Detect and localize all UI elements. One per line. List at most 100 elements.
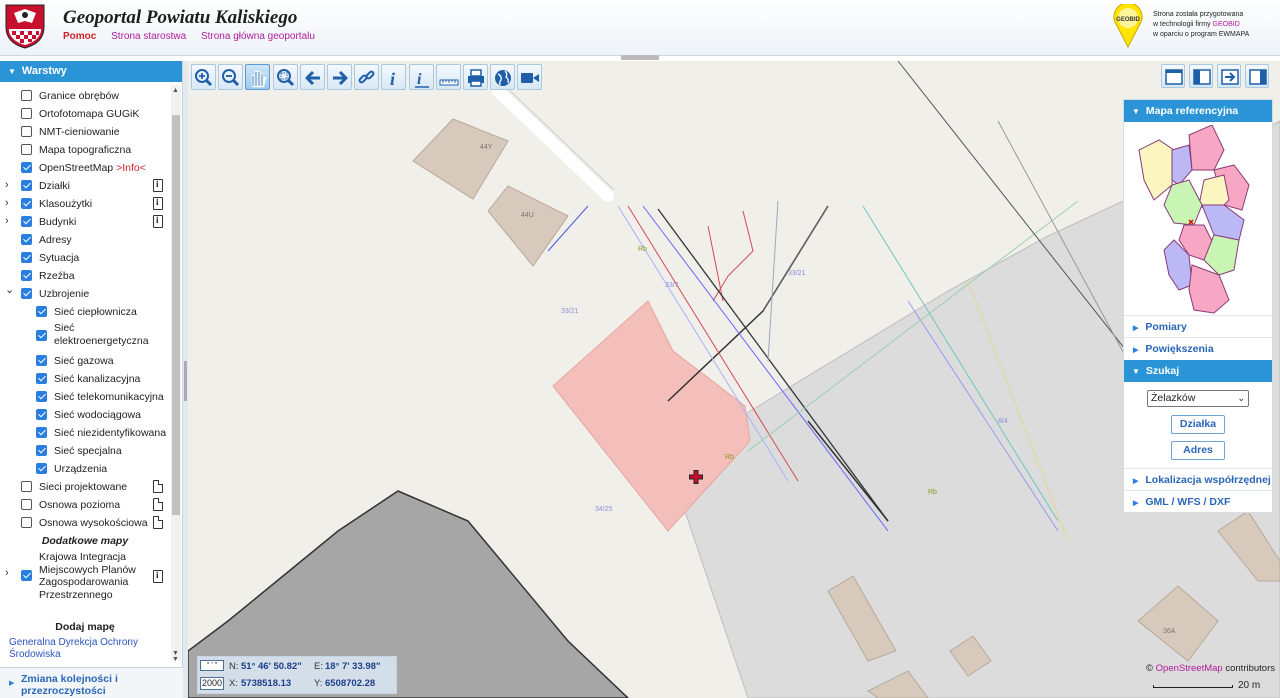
map-canvas[interactable]: 44Y 44U 36A 33/21 33/21 33/7 34/25 8/4 R…: [188, 61, 1280, 698]
info-icon[interactable]: [153, 179, 163, 192]
layer-checkbox[interactable]: [21, 216, 32, 227]
layer-checkbox[interactable]: [36, 409, 47, 420]
layer-checkbox[interactable]: [36, 427, 47, 438]
gdos-map-link[interactable]: Generalna Dyrekcja Ochrony Środowiska: [9, 637, 159, 661]
link-button[interactable]: [354, 64, 380, 90]
layer-checkbox[interactable]: [21, 234, 32, 245]
section-coordinate-location[interactable]: ▶ Lokalizacja współrzędnej: [1124, 468, 1272, 490]
layer-checkbox[interactable]: [21, 198, 32, 209]
caret-right-icon: ▶: [1133, 347, 1139, 354]
layers-panel-header[interactable]: ▼ Warstwy: [0, 61, 182, 82]
x-value: 5738518.13: [241, 678, 292, 689]
info-list-button[interactable]: i: [408, 64, 434, 90]
chevron-right-icon[interactable]: ›: [5, 567, 9, 579]
pan-hand-button[interactable]: [245, 64, 271, 90]
nav-main-geoportal-link[interactable]: Strona główna geoportalu: [201, 31, 315, 42]
layer-checkbox[interactable]: [21, 517, 32, 528]
info-icon[interactable]: [153, 215, 163, 228]
chevron-down-icon[interactable]: ⌄: [5, 283, 14, 296]
search-header[interactable]: ▼ Szukaj: [1124, 360, 1272, 382]
pan-hand-icon: [252, 70, 267, 88]
layer-checkbox[interactable]: [21, 90, 32, 101]
layer-checkbox[interactable]: [21, 288, 32, 299]
ref-map-header[interactable]: ▼ Mapa referencyjna: [1124, 100, 1272, 122]
section-pomiary[interactable]: ▶ Pomiary: [1124, 315, 1272, 337]
coord-format-button[interactable]: ° ' ": [200, 660, 224, 671]
info-icon[interactable]: [153, 570, 163, 583]
layer-label: Osnowa wysokościowa: [39, 517, 148, 529]
layer-checkbox[interactable]: [21, 144, 32, 155]
layer-checkbox[interactable]: [21, 162, 32, 173]
zoom-out-button[interactable]: [218, 64, 244, 90]
layer-checkbox[interactable]: [36, 463, 47, 474]
layer-item: Sytuacja: [0, 249, 170, 267]
layer-checkbox[interactable]: [21, 481, 32, 492]
section-powiekszenia[interactable]: ▶ Powiększenia: [1124, 337, 1272, 359]
credit-line-3: w oparciu o program EWMAPA: [1153, 31, 1250, 38]
export-button[interactable]: [1217, 64, 1241, 88]
coords-collapse-icon[interactable]: ▼: [172, 656, 179, 663]
layer-checkbox[interactable]: [36, 445, 47, 456]
layer-checkbox[interactable]: [21, 270, 32, 281]
reference-map[interactable]: [1134, 125, 1262, 315]
coord-system-button[interactable]: 2000: [200, 677, 224, 690]
search-address-button[interactable]: Adres: [1171, 441, 1225, 460]
section-label: GML / WFS / DXF: [1145, 496, 1231, 508]
layer-label: Mapa topograficzna: [39, 144, 132, 156]
layer-checkbox[interactable]: [36, 330, 47, 341]
osm-info-link[interactable]: >Info<: [116, 162, 146, 174]
layer-checkbox[interactable]: [21, 252, 32, 263]
doc-icon[interactable]: [153, 480, 163, 493]
section-gml-wfs-dxf[interactable]: ▶ GML / WFS / DXF: [1124, 490, 1272, 512]
geobid-logo[interactable]: GEOBID: [1112, 4, 1144, 48]
chevron-right-icon[interactable]: ›: [5, 215, 9, 227]
parcel-label: 34/25: [595, 506, 613, 513]
search-parcel-button[interactable]: Działka: [1171, 415, 1225, 434]
zoom-in-button[interactable]: [191, 64, 216, 90]
layer-checkbox[interactable]: [36, 391, 47, 402]
layer-checkbox[interactable]: [21, 499, 32, 510]
info-list-icon: i: [414, 71, 429, 88]
layer-checkbox[interactable]: [21, 126, 32, 137]
layer-checkbox[interactable]: [21, 180, 32, 191]
scrollbar-thumb[interactable]: [172, 115, 180, 515]
layer-checkbox[interactable]: [36, 355, 47, 366]
layout-left-panel-button[interactable]: [1189, 64, 1213, 88]
doc-icon[interactable]: [153, 516, 163, 529]
header-collapse-handle[interactable]: [621, 55, 659, 60]
globe-button[interactable]: [490, 64, 516, 90]
chevron-right-icon[interactable]: ›: [5, 197, 9, 209]
zoom-window-icon: [276, 69, 294, 87]
layers-scrollbar[interactable]: ▲ ▼: [171, 85, 181, 660]
info-button[interactable]: i: [381, 64, 407, 90]
landuse-label: Rb: [928, 489, 937, 496]
doc-icon[interactable]: [153, 498, 163, 511]
layer-label: Działki: [39, 180, 70, 192]
layer-checkbox[interactable]: [36, 306, 47, 317]
print-button[interactable]: [463, 64, 488, 90]
export-icon: [1221, 69, 1239, 85]
geobid-brand-link[interactable]: GEOBID: [1213, 21, 1240, 28]
layout-full-button[interactable]: [1161, 64, 1185, 88]
splitter-grip[interactable]: [184, 361, 187, 401]
layer-checkbox-kimpzp[interactable]: [21, 570, 32, 581]
nav-starostwo-link[interactable]: Strona starostwa: [111, 31, 186, 42]
right-panel: ▼ Mapa referencyjna ▶ Pomiary ▶ Powiększeni…: [1123, 99, 1273, 513]
layout-right-panel-button[interactable]: [1245, 64, 1269, 88]
layer-checkbox[interactable]: [21, 108, 32, 119]
back-arrow-button[interactable]: [299, 64, 325, 90]
gmina-select[interactable]: Żelazków ⌄: [1147, 390, 1249, 407]
chevron-right-icon[interactable]: ›: [5, 179, 9, 191]
building-44u: [487, 185, 569, 267]
zoom-window-button[interactable]: [272, 64, 298, 90]
layer-order-section[interactable]: ▶ Zmiana kolejności i przezroczystości: [0, 667, 183, 698]
nav-help-link[interactable]: Pomoc: [63, 31, 96, 42]
scale-bar-line: [1153, 685, 1233, 688]
osm-link[interactable]: OpenStreetMap: [1156, 663, 1223, 674]
layer-checkbox[interactable]: [36, 373, 47, 384]
measure-ruler-button[interactable]: [435, 64, 461, 90]
forward-arrow-button[interactable]: [327, 64, 352, 90]
scroll-up-icon[interactable]: ▲: [172, 87, 179, 94]
video-button[interactable]: [517, 64, 543, 90]
info-icon[interactable]: [153, 197, 163, 210]
